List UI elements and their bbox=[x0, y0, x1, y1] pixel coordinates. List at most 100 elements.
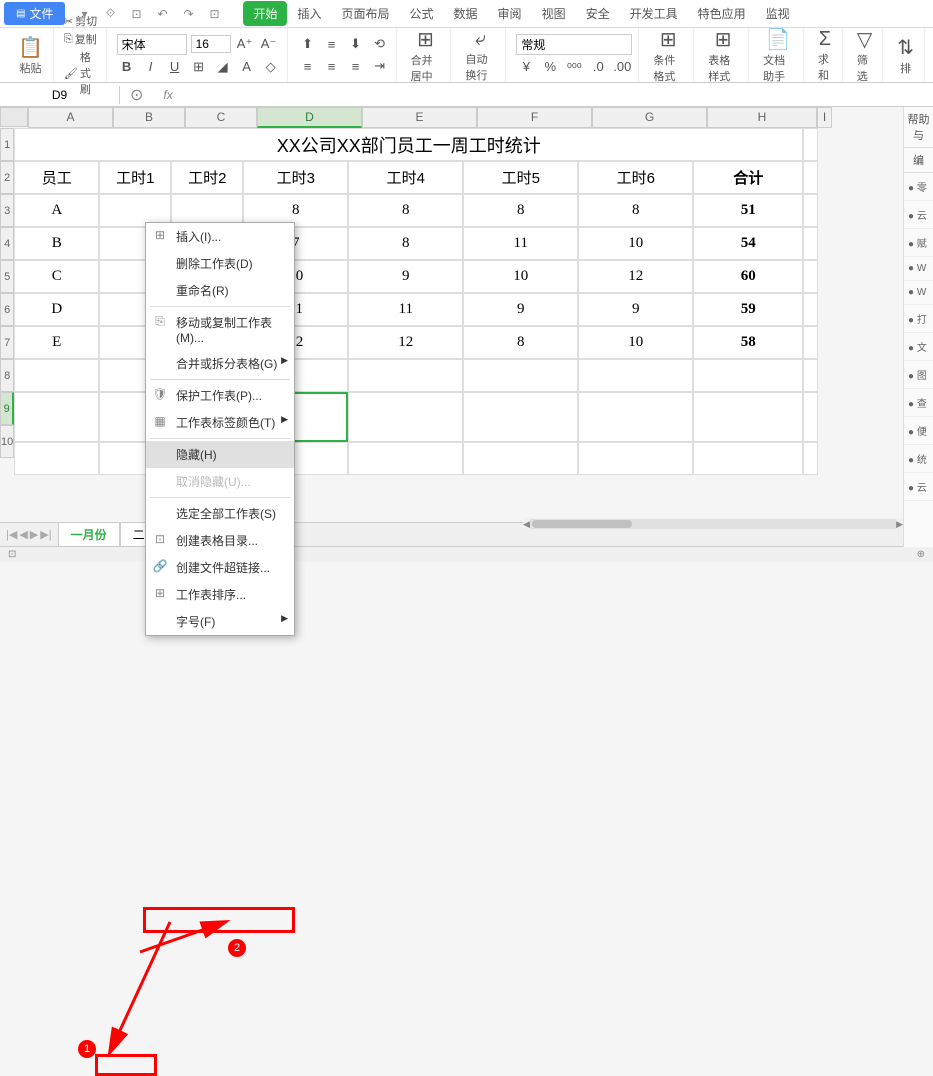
cell[interactable] bbox=[803, 392, 818, 442]
column-header[interactable]: I bbox=[817, 107, 832, 128]
column-header[interactable]: H bbox=[707, 107, 817, 128]
ribbon-tab-2[interactable]: 页面布局 bbox=[332, 1, 400, 26]
context-menu-item[interactable]: 🔗创建文件超链接... bbox=[146, 554, 294, 581]
decrease-font-button[interactable]: A⁻ bbox=[259, 34, 279, 54]
ribbon-tab-9[interactable]: 特色应用 bbox=[688, 1, 756, 26]
copy-button[interactable]: ⎘复制 bbox=[64, 31, 100, 47]
context-menu-item[interactable]: ⊞插入(I)... bbox=[146, 223, 294, 250]
decimal-inc-button[interactable]: .0 bbox=[588, 57, 608, 77]
sidebar-item[interactable]: ● 统 bbox=[904, 445, 933, 473]
data-cell[interactable]: 11 bbox=[348, 293, 463, 326]
sidebar-item[interactable]: ● 云 bbox=[904, 473, 933, 501]
ribbon-tab-1[interactable]: 插入 bbox=[287, 1, 331, 26]
row-header[interactable]: 1 bbox=[0, 128, 14, 161]
cell[interactable] bbox=[693, 442, 803, 475]
header-cell[interactable]: 员工 bbox=[14, 161, 99, 194]
context-menu-item[interactable]: 字号(F)▶ bbox=[146, 608, 294, 635]
number-format-select[interactable]: 常规 bbox=[516, 34, 632, 55]
ribbon-tab-6[interactable]: 视图 bbox=[532, 1, 576, 26]
cell[interactable] bbox=[803, 161, 818, 194]
sidebar-item[interactable]: ● 便 bbox=[904, 417, 933, 445]
context-menu-item[interactable]: ⊡创建表格目录... bbox=[146, 527, 294, 554]
row-header[interactable]: 6 bbox=[0, 293, 14, 326]
context-menu-item[interactable]: ⊞工作表排序... bbox=[146, 581, 294, 608]
sheet-nav-first-icon[interactable]: |◀ bbox=[6, 528, 17, 541]
cell[interactable] bbox=[463, 359, 578, 392]
cell[interactable] bbox=[348, 442, 463, 475]
data-cell[interactable]: 12 bbox=[578, 260, 693, 293]
merge-button[interactable]: ⊞合并居中 bbox=[407, 25, 445, 86]
increase-font-button[interactable]: A⁺ bbox=[235, 34, 255, 54]
indent-button[interactable]: ⇥ bbox=[370, 56, 390, 76]
column-header[interactable]: D bbox=[257, 107, 362, 128]
context-menu-item[interactable]: 隐藏(H) bbox=[146, 441, 294, 468]
orientation-button[interactable]: ⟲ bbox=[370, 34, 390, 54]
ribbon-tab-5[interactable]: 审阅 bbox=[488, 1, 532, 26]
align-top-button[interactable]: ⬆ bbox=[298, 34, 318, 54]
header-cell[interactable]: 工时5 bbox=[463, 161, 578, 194]
column-header[interactable]: G bbox=[592, 107, 707, 128]
qat-redo-icon[interactable]: ↷ bbox=[179, 5, 197, 23]
qat-item[interactable]: ⊡ bbox=[205, 5, 223, 23]
sidebar-item[interactable]: ● W bbox=[904, 281, 933, 305]
ribbon-tab-0[interactable]: 开始 bbox=[243, 1, 287, 26]
qat-undo-icon[interactable]: ↶ bbox=[153, 5, 171, 23]
header-cell[interactable]: 工时4 bbox=[348, 161, 463, 194]
sheet-nav-last-icon[interactable]: ▶| bbox=[40, 528, 51, 541]
sidebar-item[interactable]: ● W bbox=[904, 257, 933, 281]
row-header[interactable]: 3 bbox=[0, 194, 14, 227]
comma-button[interactable]: ᵒᵒᵒ bbox=[564, 57, 584, 77]
context-menu-item[interactable]: 选定全部工作表(S) bbox=[146, 500, 294, 527]
cell[interactable] bbox=[463, 392, 578, 442]
cell[interactable] bbox=[463, 442, 578, 475]
sidebar-item[interactable]: ● 云 bbox=[904, 201, 933, 229]
sum-button[interactable]: Σ求和 bbox=[814, 26, 836, 85]
font-size-select[interactable]: 16 bbox=[191, 35, 231, 53]
data-cell[interactable]: D bbox=[14, 293, 99, 326]
sidebar-item[interactable]: ● 图 bbox=[904, 361, 933, 389]
context-menu-item[interactable]: ▦工作表标签颜色(T)▶ bbox=[146, 409, 294, 436]
name-box[interactable]: D9 bbox=[0, 86, 120, 104]
column-header[interactable]: C bbox=[185, 107, 257, 128]
data-cell[interactable]: B bbox=[14, 227, 99, 260]
cell[interactable] bbox=[693, 392, 803, 442]
row-header[interactable]: 2 bbox=[0, 161, 14, 194]
context-menu-item[interactable]: 合并或拆分表格(G)▶ bbox=[146, 350, 294, 377]
cell[interactable] bbox=[14, 442, 99, 475]
sort-button[interactable]: ⇅排 bbox=[893, 33, 918, 78]
context-menu-item[interactable]: ⎘移动或复制工作表(M)... bbox=[146, 309, 294, 350]
header-cell[interactable]: 工时3 bbox=[243, 161, 348, 194]
horizontal-scrollbar[interactable]: ◀ ▶ bbox=[523, 518, 903, 530]
zoom-icon[interactable]: ⊕ bbox=[917, 549, 925, 560]
data-cell[interactable]: A bbox=[14, 194, 99, 227]
cell[interactable] bbox=[14, 359, 99, 392]
grid[interactable]: XX公司XX部门员工一周工时统计员工工时1工时2工时3工时4工时5工时6合计A8… bbox=[14, 128, 818, 475]
cell[interactable] bbox=[803, 227, 818, 260]
currency-button[interactable]: ¥ bbox=[516, 57, 536, 77]
sheet-tab[interactable]: 一月份 bbox=[58, 522, 120, 548]
ribbon-tab-4[interactable]: 数据 bbox=[444, 1, 488, 26]
data-cell[interactable]: 8 bbox=[348, 194, 463, 227]
qat-item[interactable]: ⊡ bbox=[127, 5, 145, 23]
ribbon-tab-8[interactable]: 开发工具 bbox=[620, 1, 688, 26]
sidebar-item[interactable]: ● 零 bbox=[904, 173, 933, 201]
data-cell[interactable]: 54 bbox=[693, 227, 803, 260]
data-cell[interactable]: 9 bbox=[463, 293, 578, 326]
row-header[interactable]: 7 bbox=[0, 326, 14, 359]
data-cell[interactable]: 8 bbox=[348, 227, 463, 260]
ribbon-tab-7[interactable]: 安全 bbox=[576, 1, 620, 26]
data-cell[interactable]: C bbox=[14, 260, 99, 293]
row-header[interactable]: 10 bbox=[0, 425, 14, 458]
column-header[interactable]: E bbox=[362, 107, 477, 128]
row-header[interactable]: 9 bbox=[0, 392, 14, 425]
fill-color-button[interactable]: ◢ bbox=[213, 57, 233, 77]
data-cell[interactable]: 11 bbox=[463, 227, 578, 260]
data-cell[interactable]: 12 bbox=[348, 326, 463, 359]
data-cell[interactable]: 59 bbox=[693, 293, 803, 326]
data-cell[interactable]: 8 bbox=[463, 194, 578, 227]
header-cell[interactable]: 合计 bbox=[693, 161, 803, 194]
cell[interactable] bbox=[578, 359, 693, 392]
cell[interactable] bbox=[803, 260, 818, 293]
ribbon-tab-10[interactable]: 监视 bbox=[756, 1, 800, 26]
sidebar-item[interactable]: ● 文 bbox=[904, 333, 933, 361]
